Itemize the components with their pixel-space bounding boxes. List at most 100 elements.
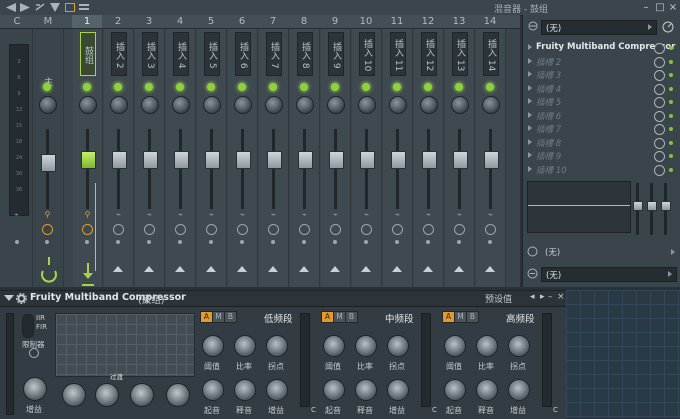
lock-icon[interactable]: ⚲ [83, 210, 92, 219]
channel-number[interactable]: 4 [165, 15, 195, 28]
clock-icon[interactable] [42, 224, 53, 235]
clock-icon[interactable] [299, 224, 310, 235]
channel-name-box[interactable]: 插入 13 [452, 32, 468, 76]
mixer-channel-strip[interactable]: 插入 4 ⌁ [166, 29, 196, 287]
band-knob[interactable] [234, 379, 256, 401]
crossover-knob-3[interactable] [130, 383, 154, 407]
arrow-down-icon[interactable] [50, 3, 60, 12]
channel-number[interactable]: 7 [258, 15, 288, 28]
limiter-toggle[interactable] [29, 348, 39, 358]
pan-knob[interactable] [296, 96, 314, 114]
channel-led[interactable] [300, 83, 308, 91]
send-triangle-icon[interactable] [423, 266, 433, 272]
channel-number[interactable]: 14 [475, 15, 505, 28]
band-knob[interactable] [202, 335, 224, 357]
mixer-channel-strip[interactable]: 插入 14 ⌁ [476, 29, 506, 287]
channel-number[interactable]: 12 [413, 15, 443, 28]
eq-display[interactable] [527, 181, 631, 233]
channel-led[interactable] [238, 83, 246, 91]
mixer-channel-strip[interactable]: 插入 13 ⌁ [445, 29, 475, 287]
channel-name-box[interactable]: 插入 4 [173, 32, 189, 76]
mixer-channel-strip[interactable]: 插入 9 ⌁ [321, 29, 351, 287]
channel-number[interactable]: 2 [103, 15, 133, 28]
master-led[interactable] [43, 83, 51, 91]
crossover-knob-2[interactable] [95, 383, 119, 407]
volume-fader[interactable] [391, 151, 406, 169]
effect-slot[interactable]: 插槽 3 [528, 69, 660, 81]
maximize-button[interactable]: □ [654, 2, 666, 13]
channel-name-box[interactable]: 插入 9 [328, 32, 344, 76]
channel-led[interactable] [362, 83, 370, 91]
slot-led[interactable] [669, 100, 673, 104]
channel-number[interactable]: 13 [444, 15, 474, 28]
route-icon[interactable]: ⌁ [331, 210, 340, 219]
band-knob[interactable] [266, 335, 288, 357]
channel-led[interactable] [455, 83, 463, 91]
channel-led[interactable] [486, 83, 494, 91]
mixer-channel-strip[interactable]: 鼓组 ⚲ [73, 29, 103, 287]
clock-icon[interactable] [113, 224, 124, 235]
route-icon[interactable]: ⌁ [393, 210, 402, 219]
effect-slot[interactable]: 插槽 8 [528, 137, 660, 149]
crossover-knob-4[interactable] [166, 383, 190, 407]
mixer-channel-strip[interactable]: 插入 11 ⌁ [383, 29, 413, 287]
band-knob[interactable] [202, 379, 224, 401]
volume-fader[interactable] [267, 151, 282, 169]
slot-mix-knob[interactable] [654, 70, 665, 81]
slot-led[interactable] [669, 59, 673, 64]
route-icon[interactable]: ⌁ [455, 210, 464, 219]
route-icon[interactable]: ⌁ [486, 210, 495, 219]
slot-led[interactable] [669, 86, 673, 91]
link-icon[interactable] [35, 3, 45, 12]
volume-fader[interactable] [112, 151, 127, 169]
pan-knob[interactable] [451, 96, 469, 114]
route-icon[interactable]: ⌁ [424, 210, 433, 219]
route-icon[interactable]: ⌁ [207, 210, 216, 219]
volume-fader[interactable] [422, 151, 437, 169]
effect-slot[interactable]: 插槽 7 [528, 123, 660, 135]
channel-number[interactable]: 3 [134, 15, 164, 28]
band-knob[interactable] [476, 379, 498, 401]
volume-fader[interactable] [484, 151, 499, 169]
send-triangle-icon[interactable] [454, 266, 464, 272]
minimize-button[interactable]: – [640, 2, 652, 13]
route-icon[interactable]: ⌁ [238, 210, 247, 219]
channel-name-box[interactable]: 插入 5 [204, 32, 220, 76]
send-triangle-icon[interactable] [175, 266, 185, 272]
bottom-label[interactable]: (无) [545, 246, 560, 258]
route-icon[interactable]: ⌁ [362, 210, 371, 219]
gauge-icon[interactable] [662, 21, 674, 33]
volume-fader[interactable] [236, 151, 251, 169]
send-triangle-icon[interactable] [361, 266, 371, 272]
slot-mix-knob[interactable] [654, 164, 665, 176]
slot-mix-knob[interactable] [654, 83, 665, 95]
clock-icon[interactable] [392, 224, 403, 235]
channel-name-box[interactable]: 插入 11 [390, 32, 406, 76]
clock-icon[interactable] [175, 224, 186, 235]
band-mode-button[interactable]: B [466, 311, 479, 323]
send-triangle-icon[interactable] [485, 266, 495, 272]
pan-knob[interactable] [265, 96, 283, 114]
slot-led[interactable] [669, 113, 673, 118]
effect-slot[interactable]: 插槽 10 [528, 164, 660, 176]
slot-mix-knob[interactable] [654, 97, 665, 108]
route-icon[interactable]: ⌁ [176, 210, 185, 219]
master-strip[interactable]: 3 6 9 12 15 18 24 30 36 ⌁ [2, 29, 33, 287]
iir-fir-switch[interactable] [22, 314, 34, 338]
channel-number[interactable]: 11 [382, 15, 412, 28]
output-gain-knob[interactable] [23, 377, 47, 401]
gear-icon[interactable] [16, 293, 27, 304]
band-knob[interactable] [476, 335, 498, 357]
channel-number[interactable]: 10 [351, 15, 381, 28]
crossover-graph[interactable] [55, 313, 195, 377]
master-pan-knob[interactable] [39, 96, 57, 114]
channel-led[interactable] [83, 83, 91, 91]
channel-led[interactable] [393, 83, 401, 91]
band-knob[interactable] [355, 379, 377, 401]
band-mode-button[interactable]: B [345, 311, 358, 323]
band-knob[interactable] [444, 379, 466, 401]
send-triangle-icon[interactable] [206, 266, 216, 272]
clock-icon[interactable] [454, 224, 465, 235]
pan-knob[interactable] [172, 96, 190, 114]
route-icon[interactable]: ⌁ [300, 210, 309, 219]
